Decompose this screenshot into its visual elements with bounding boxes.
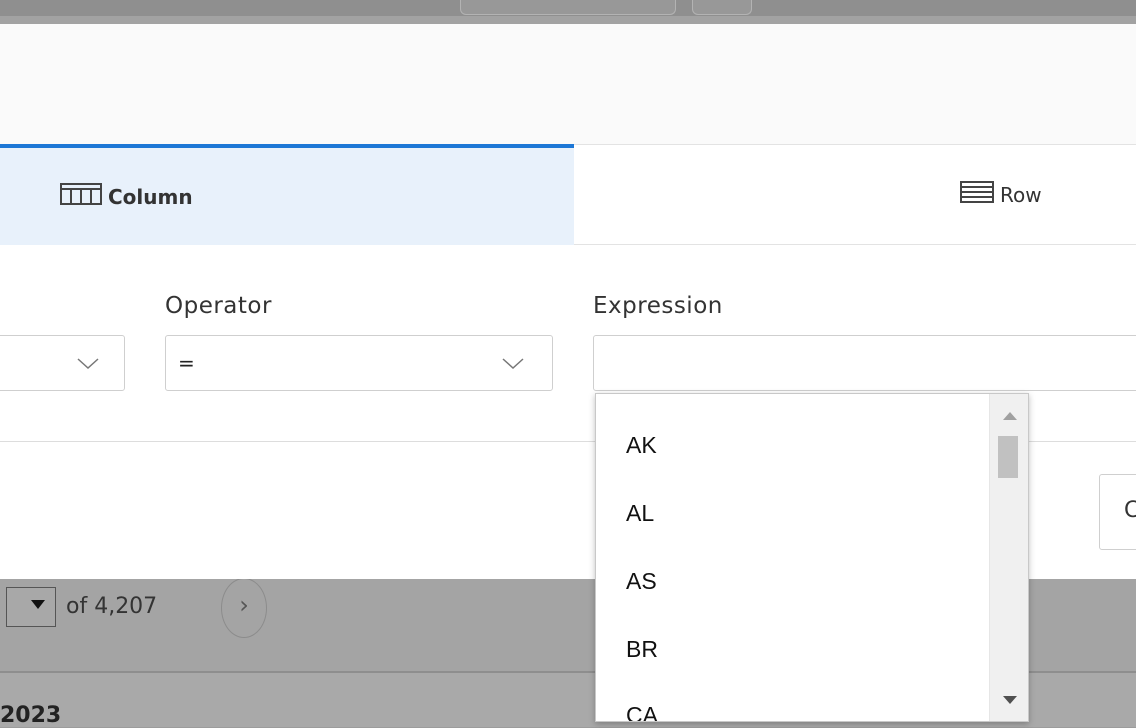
- column-select[interactable]: [0, 335, 125, 391]
- background-toolbar-control: [460, 0, 676, 15]
- list-item[interactable]: CA: [626, 702, 658, 721]
- page-count-label: of 4,207: [66, 594, 158, 619]
- operator-value: =: [178, 351, 195, 375]
- tab-column[interactable]: Column: [0, 144, 574, 245]
- tab-column-label: Column: [108, 184, 193, 209]
- table-cell-year: 2023: [0, 703, 62, 728]
- scrollbar[interactable]: [989, 394, 1028, 721]
- operator-label: Operator: [165, 293, 272, 319]
- page-select[interactable]: [6, 587, 56, 627]
- expression-options-list: AK AL AS BR CA: [595, 393, 1029, 722]
- list-item[interactable]: AS: [626, 568, 657, 595]
- chevron-down-icon: [77, 358, 99, 370]
- caret-down-icon: [31, 600, 45, 609]
- scroll-down-icon[interactable]: [1003, 696, 1017, 704]
- footer-button[interactable]: C: [1099, 474, 1136, 550]
- list-item[interactable]: AL: [626, 500, 654, 527]
- list-item[interactable]: AK: [626, 432, 657, 459]
- background-toolbar: [0, 0, 1136, 16]
- scrollbar-thumb[interactable]: [998, 436, 1018, 478]
- expression-input[interactable]: [593, 335, 1136, 391]
- background-toolbar-button: [692, 0, 752, 15]
- scroll-up-icon[interactable]: [1003, 412, 1017, 420]
- expression-label: Expression: [593, 293, 723, 319]
- operator-select[interactable]: =: [165, 335, 553, 391]
- rows-icon: [960, 181, 994, 208]
- next-page-button[interactable]: ›: [221, 578, 267, 638]
- list-item[interactable]: BR: [626, 636, 658, 663]
- tab-row-label: Row: [1000, 182, 1042, 207]
- columns-icon: [60, 183, 102, 210]
- dialog-header: [0, 24, 1136, 145]
- chevron-down-icon: [502, 358, 524, 370]
- tab-row[interactable]: Row: [574, 144, 1136, 245]
